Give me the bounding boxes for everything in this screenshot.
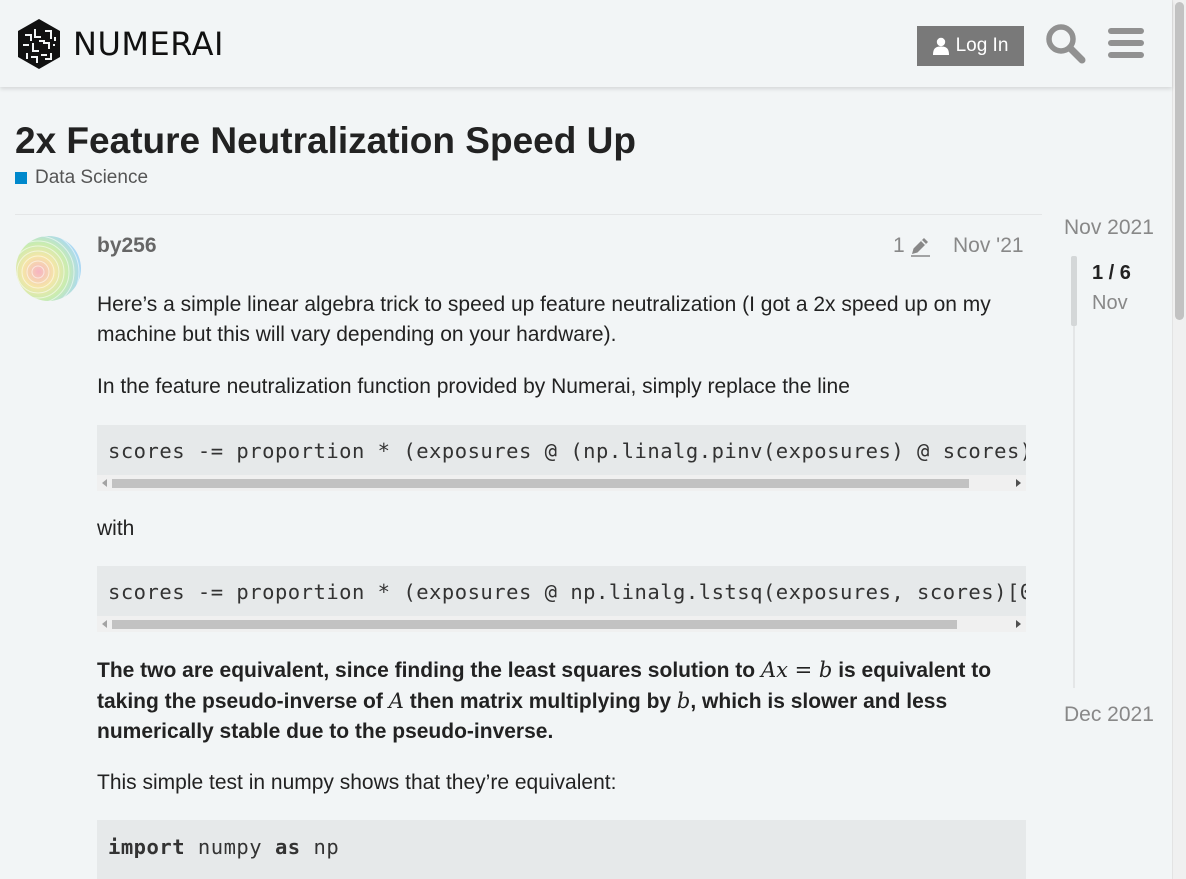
code-scrollbar[interactable]	[97, 475, 1026, 491]
code-block-lstsq[interactable]: scores -= proportion * (exposures @ np.l…	[97, 566, 1026, 632]
code-scrollbar[interactable]	[97, 616, 1026, 632]
logo-text: NUMERAI	[73, 25, 224, 63]
topic-title[interactable]: 2x Feature Neutralization Speed Up	[15, 120, 636, 162]
user-icon	[932, 37, 949, 55]
timeline-progress: 1 / 6	[1092, 262, 1131, 284]
pencil-icon	[910, 238, 930, 257]
category-label: Data Science	[35, 167, 149, 188]
page-scrollbar-thumb[interactable]	[1175, 2, 1184, 320]
code-line: scores -= proportion * (exposures @ (np.…	[108, 439, 1026, 463]
scroll-left-icon[interactable]	[102, 620, 107, 628]
math-symbol: A	[388, 689, 404, 713]
search-icon[interactable]	[1044, 22, 1086, 64]
timeline-current-month: Nov	[1092, 292, 1128, 314]
code-keyword: as	[274, 835, 301, 859]
post-date[interactable]: Nov '21	[953, 234, 1024, 258]
timeline-start-date[interactable]: Nov 2021	[1064, 216, 1154, 240]
numerai-logo-icon	[18, 19, 60, 69]
edit-history-button[interactable]: 1	[893, 234, 931, 258]
scroll-left-icon[interactable]	[102, 479, 107, 487]
page-scrollbar[interactable]	[1172, 0, 1186, 879]
post-bold-paragraph: The two are equivalent, since finding th…	[97, 655, 1027, 747]
code-text: numpy	[185, 835, 275, 859]
timeline-handle[interactable]	[1071, 256, 1077, 326]
avatar-pattern-icon	[16, 236, 81, 301]
post-paragraph: with	[97, 517, 135, 540]
login-button[interactable]: Log In	[917, 26, 1024, 66]
post-paragraph: In the feature neutralization function p…	[97, 375, 850, 398]
code-block-test[interactable]: import numpy as np	[97, 820, 1026, 879]
timeline-end-date[interactable]: Dec 2021	[1064, 703, 1154, 727]
site-header: NUMERAI Log In	[0, 0, 1172, 87]
post-paragraph: Here’s a simple linear algebra trick to …	[97, 293, 991, 346]
login-label: Log In	[955, 35, 1009, 56]
category-color-swatch	[15, 172, 27, 184]
math-equation: Ax = b	[760, 658, 833, 682]
code-line: scores -= proportion * (exposures @ np.l…	[108, 580, 1026, 604]
code-scrollbar-thumb[interactable]	[112, 620, 957, 629]
code-text: np	[300, 835, 340, 859]
avatar[interactable]	[16, 236, 81, 301]
title-divider	[15, 214, 1042, 215]
code-block-pinv[interactable]: scores -= proportion * (exposures @ (np.…	[97, 425, 1026, 491]
code-scrollbar-thumb[interactable]	[112, 479, 969, 488]
site-logo[interactable]: NUMERAI	[15, 17, 224, 71]
code-line: import numpy as np	[108, 832, 339, 862]
bold-text: The two are equivalent, since finding th…	[97, 659, 761, 682]
scroll-right-icon[interactable]	[1016, 620, 1021, 628]
math-symbol: b	[676, 689, 691, 713]
edit-count: 1	[893, 234, 905, 257]
scroll-right-icon[interactable]	[1016, 479, 1021, 487]
code-keyword: import	[108, 835, 186, 859]
post-paragraph: This simple test in numpy shows that the…	[97, 771, 617, 794]
bold-text: then matrix multiplying by	[403, 690, 677, 713]
hamburger-menu-icon[interactable]	[1106, 22, 1148, 64]
post-author[interactable]: by256	[97, 234, 157, 258]
category-badge[interactable]: Data Science	[15, 167, 148, 189]
